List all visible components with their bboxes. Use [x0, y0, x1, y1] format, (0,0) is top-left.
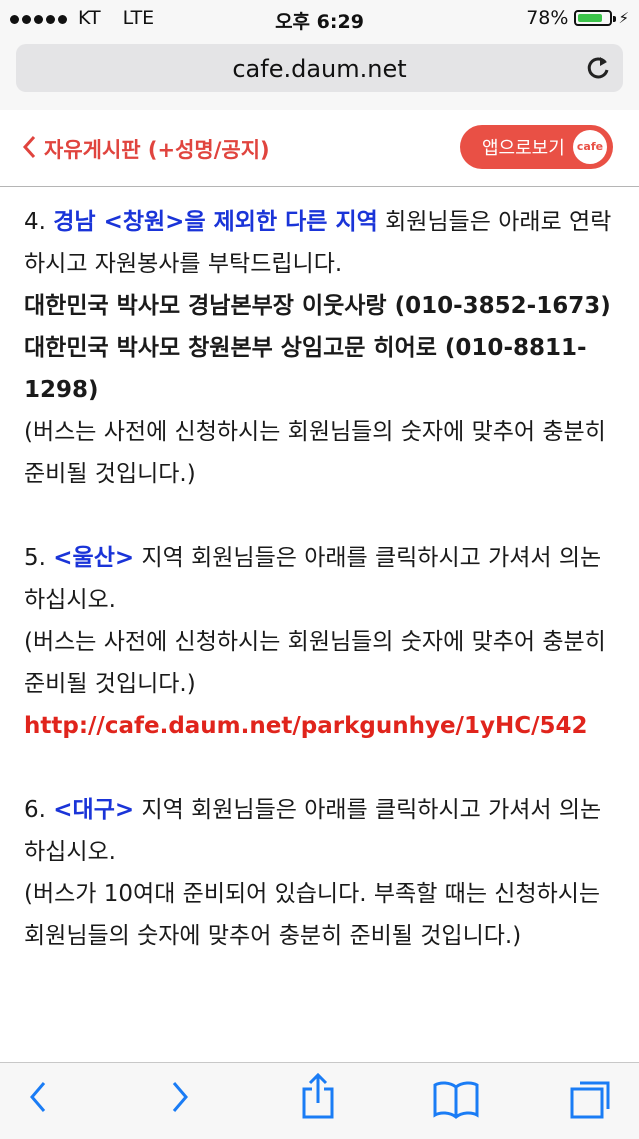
- bus-note: (버스는 사전에 신청하시는 회원님들의 숫자에 맞추어 충분히 준비될 것입니…: [24, 629, 606, 697]
- item-number: 6.: [24, 797, 54, 823]
- item-4: 4. 경남 <창원>을 제외한 다른 지역 회원님들은 아래로 연락하시고 자원…: [24, 201, 616, 285]
- item-number: 4.: [24, 209, 54, 235]
- cafe-badge: cafe: [573, 130, 607, 164]
- region-highlight: <울산>: [53, 545, 135, 571]
- back-to-board-link[interactable]: 자유게시판 (+성명/공지): [22, 134, 270, 164]
- item-number: 5.: [24, 545, 54, 571]
- bookmarks-icon[interactable]: [432, 1079, 480, 1123]
- bus-note: (버스가 10여대 준비되어 있습니다. 부족할 때는 신청하시는 회원님들의 …: [24, 881, 601, 949]
- open-in-app-button[interactable]: 앱으로보기 cafe: [460, 125, 613, 169]
- region-highlight: <대구>: [53, 797, 135, 823]
- board-title: 자유게시판 (+성명/공지): [44, 138, 270, 162]
- tabs-icon[interactable]: [568, 1075, 614, 1125]
- status-bar: KT LTE 오후 6:29 78% ⚡: [0, 0, 639, 36]
- browser-toolbar: [0, 1062, 639, 1139]
- item-5: 5. <울산> 지역 회원님들은 아래를 클릭하시고 가셔서 의논하십시오.: [24, 537, 616, 621]
- battery-fill: [578, 14, 602, 22]
- contact-line: 대한민국 박사모 경남본부장 이웃사랑 (010-3852-1673): [24, 293, 611, 319]
- region-highlight: 경남 <창원>을 제외한 다른 지역: [53, 209, 378, 235]
- open-in-app-label: 앱으로보기: [482, 138, 565, 159]
- battery-info: 78% ⚡: [526, 7, 629, 29]
- contact-line: 대한민국 박사모 창원본부 상임고문 히어로 (010-8811-1298): [24, 335, 587, 403]
- address-bar[interactable]: cafe.daum.net: [16, 44, 623, 92]
- battery-icon: [574, 10, 617, 26]
- battery-percent: 78%: [526, 7, 569, 29]
- reload-icon[interactable]: [585, 54, 611, 86]
- post-body: 4. 경남 <창원>을 제외한 다른 지역 회원님들은 아래로 연락하시고 자원…: [24, 201, 616, 957]
- charging-icon: ⚡: [618, 9, 629, 27]
- url-text: cafe.daum.net: [232, 55, 407, 83]
- back-arrow-icon[interactable]: [26, 1077, 50, 1121]
- share-icon[interactable]: [300, 1071, 336, 1125]
- bus-note: (버스는 사전에 신청하시는 회원님들의 숫자에 맞추어 충분히 준비될 것입니…: [24, 419, 606, 487]
- cafe-board-header: 자유게시판 (+성명/공지) 앱으로보기 cafe: [0, 110, 639, 187]
- chevron-left-icon: [22, 135, 36, 164]
- item-6: 6. <대구> 지역 회원님들은 아래를 클릭하시고 가셔서 의논하십시오.: [24, 789, 616, 873]
- address-bar-area: cafe.daum.net: [0, 36, 639, 111]
- ulsan-link[interactable]: http://cafe.daum.net/parkgunhye/1yHC/542: [24, 705, 616, 747]
- forward-arrow-icon[interactable]: [168, 1077, 192, 1121]
